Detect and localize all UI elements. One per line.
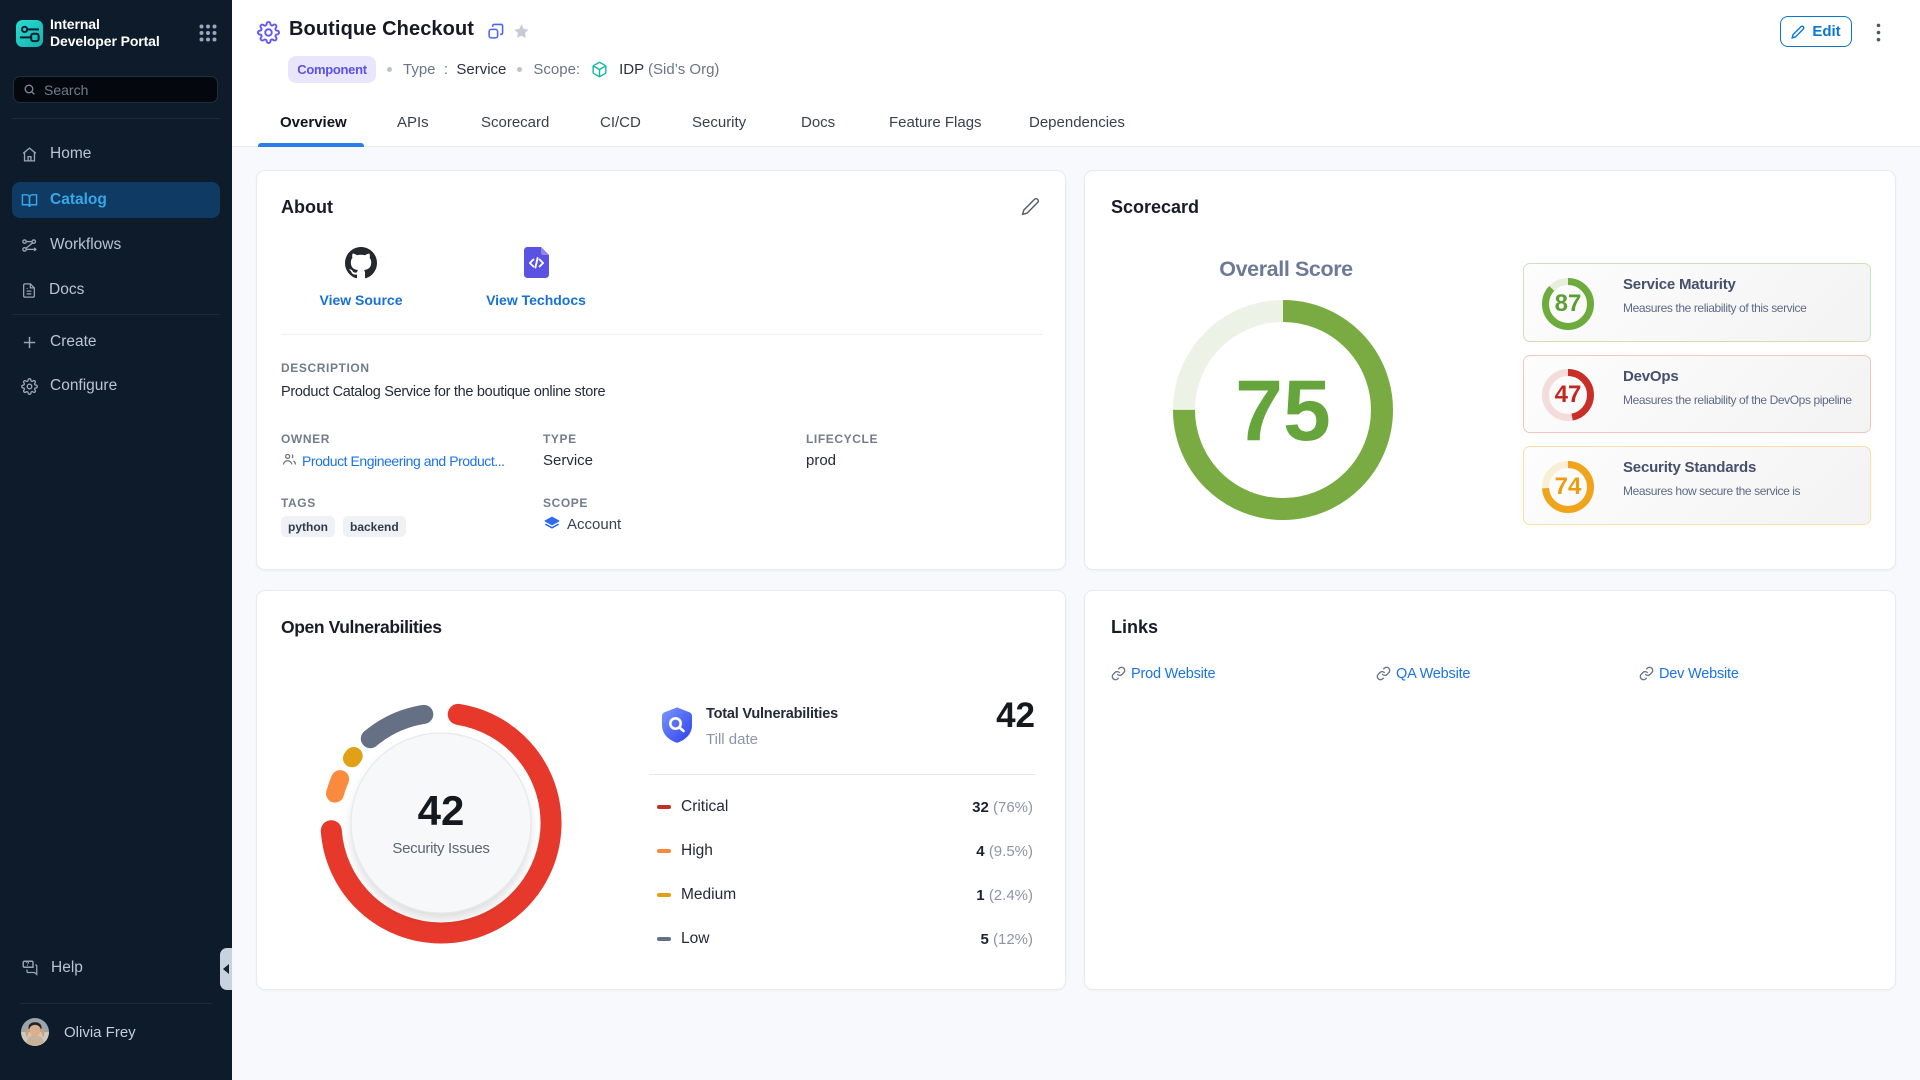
svg-text:?: ?: [26, 962, 30, 968]
